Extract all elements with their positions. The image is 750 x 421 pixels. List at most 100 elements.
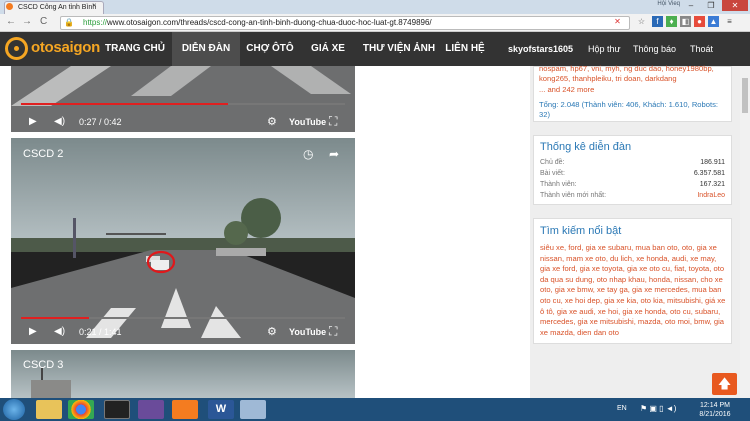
settings-icon[interactable]: ⚙ — [267, 115, 277, 128]
settings-icon[interactable]: ⚙ — [267, 325, 277, 338]
video-progress[interactable] — [21, 317, 345, 319]
extension-icon[interactable]: ♦ — [666, 16, 677, 27]
video-player[interactable]: CSCD 2 ◷ ➦ ▶ ◀) 0:21 / 1:41 ⚙ YouTube ⛶ — [11, 138, 355, 344]
online-members-panel: nospam, hp67, vni, myh, ng duc dao, hone… — [533, 64, 732, 122]
site-logo-text[interactable]: otosaigon — [31, 39, 100, 56]
online-names[interactable]: nospam, hp67, vni, myh, ng duc dao, hone… — [539, 64, 731, 74]
url-scheme: https:// — [83, 18, 108, 27]
play-icon[interactable]: ▶ — [29, 116, 37, 127]
panel-title: Tìm kiếm nổi bật — [540, 225, 622, 237]
back-button[interactable]: ← — [6, 16, 16, 27]
app-icon[interactable] — [104, 400, 130, 419]
video-progress[interactable] — [21, 103, 345, 105]
search-tag-line[interactable]: oto, gia xe bmw, xe tay ga, gia xe merce… — [540, 285, 732, 296]
tab-title: CSCD Công An tỉnh Bình — [18, 4, 97, 11]
nav-cho-oto[interactable]: CHỢ ÔTÔ — [240, 32, 300, 66]
window-controls: – ❐ ✕ — [682, 0, 748, 11]
browser-titlebar — [0, 0, 750, 14]
fullscreen-icon[interactable]: ⛶ — [329, 324, 337, 339]
search-tag-line[interactable]: mercedes, gia xe mitsubishi, mazda, oto … — [540, 317, 732, 328]
video-player[interactable]: CSCD 3 — [11, 350, 355, 398]
video-time: 0:21 / 1:41 — [79, 327, 122, 337]
app-icon[interactable] — [138, 400, 164, 419]
video-frame — [11, 198, 355, 344]
youtube-logo[interactable]: YouTube — [289, 117, 326, 127]
word-icon[interactable]: W — [208, 400, 234, 419]
browser-user-label[interactable]: Hội Vieq — [657, 1, 680, 7]
page-scrollbar[interactable] — [740, 66, 750, 398]
inbox-link[interactable]: Hộp thư — [588, 32, 621, 66]
nav-lien-he[interactable]: LIÊN HỆ — [442, 32, 488, 66]
extension-icon[interactable]: ◧ — [680, 16, 691, 27]
youtube-logo[interactable]: YouTube — [289, 327, 326, 337]
paint-icon[interactable] — [240, 400, 266, 419]
video-title[interactable]: CSCD 3 — [23, 359, 63, 371]
scroll-to-top-button[interactable]: 🡅 — [712, 373, 737, 395]
search-tag-line[interactable]: da qua su dung, oto nhap khau, honda, ni… — [540, 275, 732, 286]
language-indicator[interactable]: EN — [617, 405, 627, 412]
extension-icon[interactable]: ▲ — [708, 16, 719, 27]
panel-title: Thống kê diễn đàn — [540, 141, 632, 153]
stat-label: Bài viết: — [540, 170, 565, 177]
bookmark-star-icon[interactable]: ☆ — [636, 16, 647, 27]
progress-track — [21, 317, 345, 319]
tray-icons[interactable]: ⚑ ▣ ▯ ◄) — [640, 404, 676, 413]
start-button[interactable] — [3, 399, 25, 420]
chrome-icon[interactable] — [68, 400, 94, 419]
watch-later-icon[interactable]: ◷ — [303, 147, 313, 161]
more-members-link[interactable]: ... and 242 more — [539, 85, 731, 95]
logout-link[interactable]: Thoát — [690, 32, 713, 66]
blocked-popup-icon[interactable]: ✕ — [612, 16, 623, 27]
video-title[interactable]: CSCD 2 — [23, 148, 63, 160]
menu-icon[interactable]: ≡ — [724, 16, 735, 27]
browser-tab[interactable]: CSCD Công An tỉnh Bình — [4, 1, 104, 14]
search-tag-line[interactable]: nissan, mam xe oto, du lich, xe honda, a… — [540, 254, 732, 265]
online-members-list: nospam, hp67, vni, myh, ng duc dao, hone… — [539, 64, 731, 95]
url-input[interactable]: https://www.otosaigon.com/threads/cscd-c… — [60, 16, 630, 30]
alerts-link[interactable]: Thông báo — [633, 32, 676, 66]
nav-gia-xe[interactable]: GIÁ XE — [302, 32, 354, 66]
newest-member-link[interactable]: IndraLeo — [697, 192, 725, 199]
stat-label: Chủ đề: — [540, 159, 565, 166]
forum-stats-panel: Thống kê diễn đàn Chủ đề: 186.911 Bài vi… — [533, 135, 732, 205]
nav-dien-dan[interactable]: DIỄN ĐÀN — [172, 32, 240, 66]
search-tags: siêu xe, ford, gia xe subaru, mua ban ot… — [540, 243, 732, 338]
extension-icon[interactable]: ● — [694, 16, 705, 27]
search-tag-line[interactable]: siêu xe, ford, gia xe subaru, mua ban ot… — [540, 243, 732, 254]
video-player[interactable]: ▶ ◀) 0:27 / 0:42 ⚙ YouTube ⛶ — [11, 66, 355, 132]
clock-time: 12:14 PM — [700, 402, 730, 409]
extension-icon[interactable]: f — [652, 16, 663, 27]
sidebar: nospam, hp67, vni, myh, ng duc dao, hone… — [530, 64, 740, 398]
logo-icon[interactable] — [5, 37, 28, 60]
nav-thu-vien-anh[interactable]: THƯ VIỆN ẢNH — [356, 32, 442, 66]
forward-button[interactable]: → — [22, 16, 32, 27]
close-window-button[interactable]: ✕ — [722, 0, 748, 11]
featured-search-panel: Tìm kiếm nổi bật siêu xe, ford, gia xe s… — [533, 218, 732, 344]
nav-trang-chu[interactable]: TRANG CHỦ — [100, 32, 170, 66]
otosaigon-app-icon[interactable] — [172, 400, 198, 419]
user-menu[interactable]: skyofstars1605 — [508, 32, 573, 66]
volume-icon[interactable]: ◀) — [54, 326, 65, 337]
minimize-button[interactable]: – — [682, 0, 700, 11]
play-icon[interactable]: ▶ — [29, 326, 37, 337]
system-clock[interactable]: 12:14 PM 8/21/2016 — [698, 401, 732, 419]
stat-value: 167.321 — [699, 181, 725, 188]
reload-button[interactable]: C — [40, 16, 47, 27]
online-total-line: Tổng: 2.048 (Thành viên: 406, Khách: 1.6… — [539, 100, 718, 109]
search-tag-line[interactable]: gia xe ford, gia xe toyota, gia xe oto c… — [540, 264, 732, 275]
tab-close-icon[interactable]: × — [92, 1, 97, 10]
search-tag-line[interactable]: ô tô, gia xe audi, xe hoi, gia xe honda,… — [540, 307, 732, 318]
volume-icon[interactable]: ◀) — [54, 116, 65, 127]
maximize-button[interactable]: ❐ — [702, 0, 720, 11]
scrollbar-thumb[interactable] — [742, 78, 748, 113]
search-tag-line[interactable]: xe mazda, dien dan oto — [540, 328, 732, 339]
fullscreen-icon[interactable]: ⛶ — [329, 114, 337, 129]
lock-icon: 🔒 — [64, 18, 74, 27]
search-tag-line[interactable]: oto cu, xe hoi dep, gia xe kia, oto kia,… — [540, 296, 732, 307]
file-explorer-icon[interactable] — [36, 400, 62, 419]
share-icon[interactable]: ➦ — [329, 147, 339, 161]
online-names[interactable]: kong265, thanhpleiku, tri doan, darkdang — [539, 74, 731, 84]
tab-favicon-icon — [6, 3, 13, 10]
online-total: Tổng: 2.048 (Thành viên: 406, Khách: 1.6… — [539, 100, 731, 121]
clock-date: 8/21/2016 — [699, 411, 731, 418]
